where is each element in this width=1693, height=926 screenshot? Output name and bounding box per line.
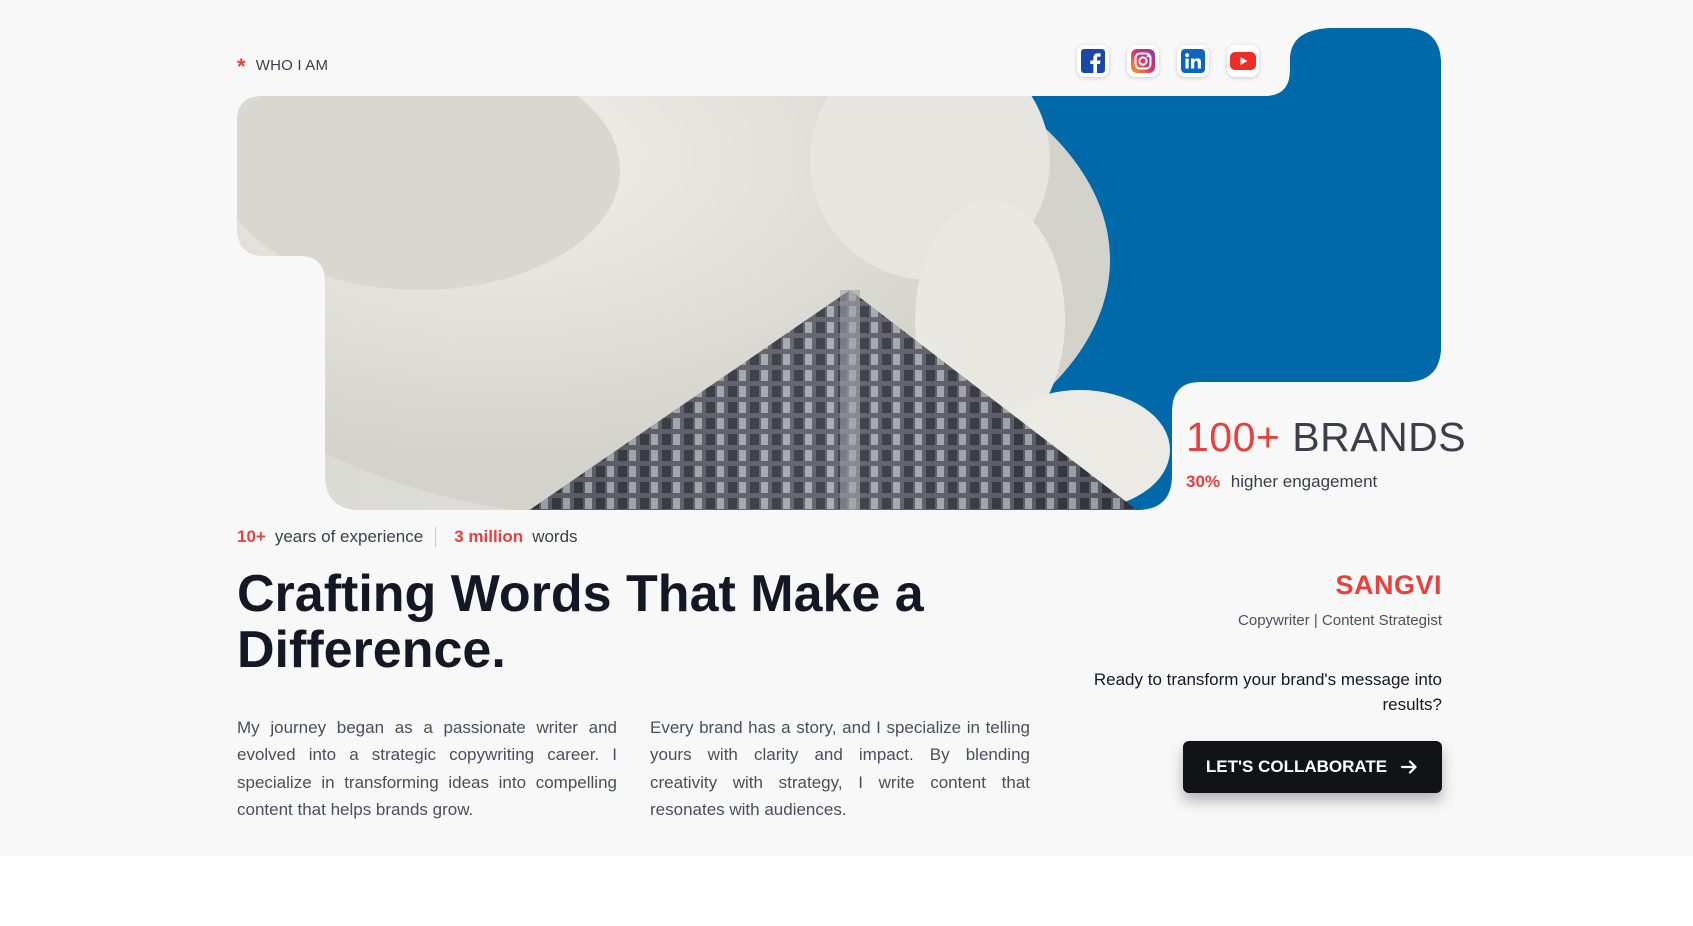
social-links: [1077, 45, 1259, 77]
profile-name: SANGVI: [1335, 570, 1442, 600]
youtube-icon: [1230, 52, 1256, 70]
profile-role: Copywriter | Content Strategist: [1238, 612, 1442, 629]
engagement-label: higher engagement: [1230, 472, 1378, 491]
brands-label: BRANDS: [1292, 414, 1467, 460]
about-section: * WHO I AM 100+ BRANDS 30% higher engage…: [0, 0, 1693, 856]
facebook-link[interactable]: [1077, 45, 1109, 77]
intro-paragraph: My journey began as a passionate writer …: [237, 718, 617, 819]
words-number: 3 million: [454, 527, 524, 546]
linkedin-icon: [1181, 49, 1205, 73]
brands-stat: 100+ BRANDS: [1186, 414, 1466, 461]
facebook-icon: [1081, 49, 1105, 73]
engagement-stat: 30% higher engagement: [1186, 472, 1377, 492]
experience-label: years of experience: [274, 527, 424, 546]
arrow-right-icon: [1401, 760, 1417, 774]
brands-number: 100+: [1186, 414, 1281, 460]
instagram-link[interactable]: [1127, 45, 1159, 77]
story-paragraph: Every brand has a story, and I specializ…: [650, 718, 1030, 819]
cta-text: Ready to transform your brand's message …: [1093, 670, 1442, 714]
meta-divider: [435, 527, 437, 547]
page-title: Crafting Words That Make a Difference.: [237, 565, 924, 679]
linkedin-link[interactable]: [1177, 45, 1209, 77]
engagement-number: 30%: [1186, 472, 1221, 491]
experience-meta: 10+ years of experience 3 million words: [237, 527, 578, 547]
youtube-link[interactable]: [1227, 45, 1259, 77]
collaborate-button[interactable]: LET'S COLLABORATE: [1183, 741, 1442, 793]
words-label: words: [532, 527, 578, 546]
experience-number: 10+: [237, 527, 266, 546]
collaborate-button-label: LET'S COLLABORATE: [1205, 757, 1388, 776]
instagram-icon: [1131, 49, 1155, 73]
